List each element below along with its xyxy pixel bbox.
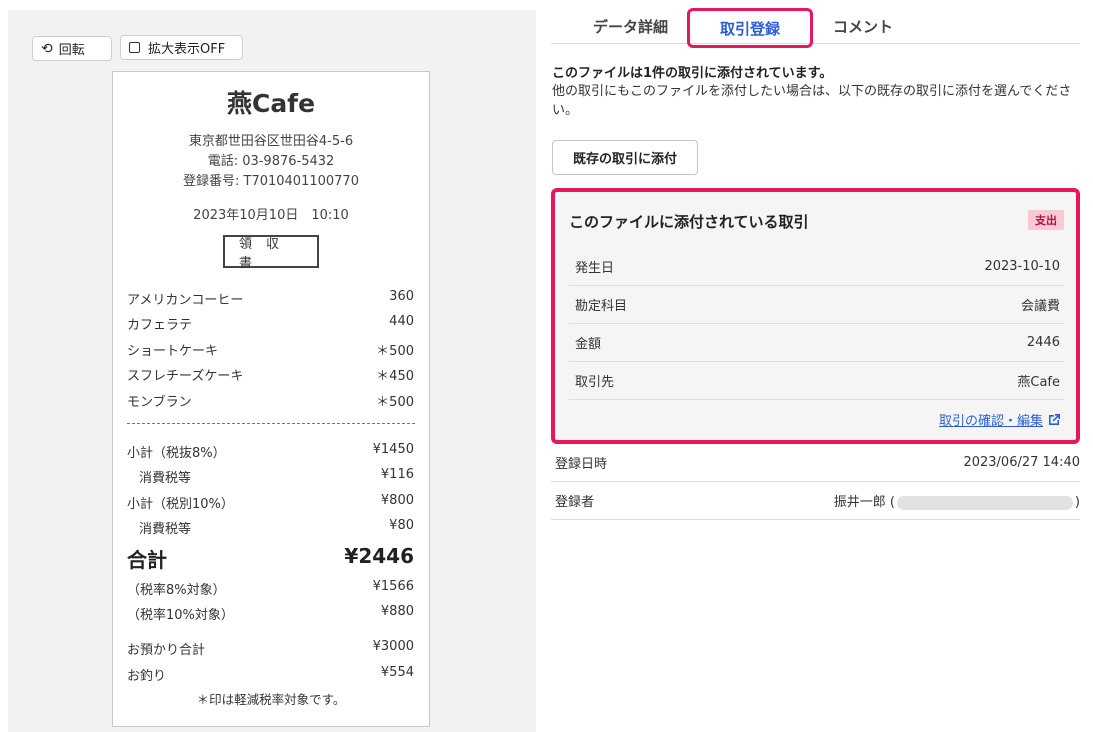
receipt-registration: 登録番号: T7010401100770 <box>183 174 359 189</box>
card-title: このファイルに添付されている取引 <box>569 213 809 231</box>
receipt-rate-8: （税率8%対象） ¥1566 <box>127 579 414 598</box>
tab-transaction-register[interactable]: 取引登録 <box>687 8 813 48</box>
attach-existing-button[interactable]: 既存の取引に添付 <box>552 140 698 175</box>
rotate-button[interactable]: ⟲ 回転 <box>32 36 112 61</box>
registrant-label: 登録者 <box>555 495 595 510</box>
receipt-deposit: お預かり合計 ¥3000 <box>127 639 414 658</box>
receipt-item: スフレチーズケーキ ＊450 <box>127 369 414 384</box>
receipt-subtotal-8: 小計（税抜8%） ¥1450 <box>127 442 414 461</box>
receipt-address: 東京都世田谷区世田谷4-5-6 <box>188 134 354 149</box>
receipt-store-name: 燕Cafe <box>226 89 316 118</box>
card-row-account: 勘定科目 会議費 <box>569 286 1064 324</box>
file-preview-pane: ⟲ 回転 拡大表示OFF 燕Cafe 東京都世田谷区世田谷4-5-6 電話: 0… <box>8 10 536 732</box>
attached-transaction-card: このファイルに添付されている取引 支出 発生日 2023-10-10 勘定科目 会議… <box>551 188 1080 444</box>
receipt-image: 燕Cafe 東京都世田谷区世田谷4-5-6 電話: 03-9876-5432 登… <box>112 71 430 727</box>
registered-at-row: 登録日時 2023/06/27 14:40 <box>551 444 1080 482</box>
receipt-change: お釣り ¥554 <box>127 665 414 684</box>
card-row-date: 発生日 2023-10-10 <box>569 248 1064 286</box>
rotate-icon: ⟲ <box>41 40 53 57</box>
attachment-info-heading: このファイルは1件の取引に添付されています。 <box>552 66 833 81</box>
tab-data-detail[interactable]: データ詳細 <box>593 16 668 37</box>
receipt-subtotal-10: 小計（税別10%） ¥800 <box>127 493 414 512</box>
registrant-row: 登録者 振井一郎 () <box>551 482 1080 520</box>
receipt-item: アメリカンコーヒー 360 <box>127 289 414 308</box>
registered-at-value: 2023/06/27 14:40 <box>963 455 1080 470</box>
edit-transaction-link[interactable]: 取引の確認・編集 <box>939 410 1062 429</box>
receipt-tax-8: 消費税等 ¥116 <box>139 467 414 486</box>
receipt-item: ショートケーキ ＊500 <box>127 344 414 359</box>
receipt-note: ＊印は軽減税率対象です。 <box>196 692 346 707</box>
redacted-email <box>896 495 1073 510</box>
zoom-toggle[interactable]: 拡大表示OFF <box>120 35 243 60</box>
receipt-total: 合計 ¥2446 <box>127 544 414 572</box>
receipt-divider <box>127 423 415 424</box>
receipt-doc-type: 領収書 <box>223 235 319 271</box>
zoom-checkbox[interactable] <box>129 42 140 53</box>
tab-comment[interactable]: コメント <box>833 16 893 37</box>
expense-badge: 支出 <box>1028 210 1064 230</box>
registered-at-label: 登録日時 <box>555 457 608 472</box>
external-link-icon <box>1049 413 1060 425</box>
receipt-datetime: 2023年10月10日 10:10 <box>193 208 349 223</box>
attachment-info-text: 他の取引にもこのファイルを添付したい場合は、以下の既存の取引に添付を選んでくださ… <box>552 84 1072 118</box>
rotate-button-label: 回転 <box>58 43 85 58</box>
card-row-partner: 取引先 燕Cafe <box>569 362 1064 400</box>
receipt-rate-10: （税率10%対象） ¥880 <box>127 604 414 623</box>
zoom-toggle-label: 拡大表示OFF <box>148 42 226 57</box>
registrant-value: 振井一郎 () <box>833 495 1080 510</box>
detail-tabs: データ詳細 取引登録 コメント <box>551 8 1080 48</box>
receipt-item: カフェラテ 440 <box>127 314 414 333</box>
card-row-amount: 金額 2446 <box>569 324 1064 362</box>
receipt-phone: 電話: 03-9876-5432 <box>207 154 335 169</box>
receipt-tax-10: 消費税等 ¥80 <box>139 518 414 537</box>
receipt-item: モンブラン ＊500 <box>127 395 414 410</box>
